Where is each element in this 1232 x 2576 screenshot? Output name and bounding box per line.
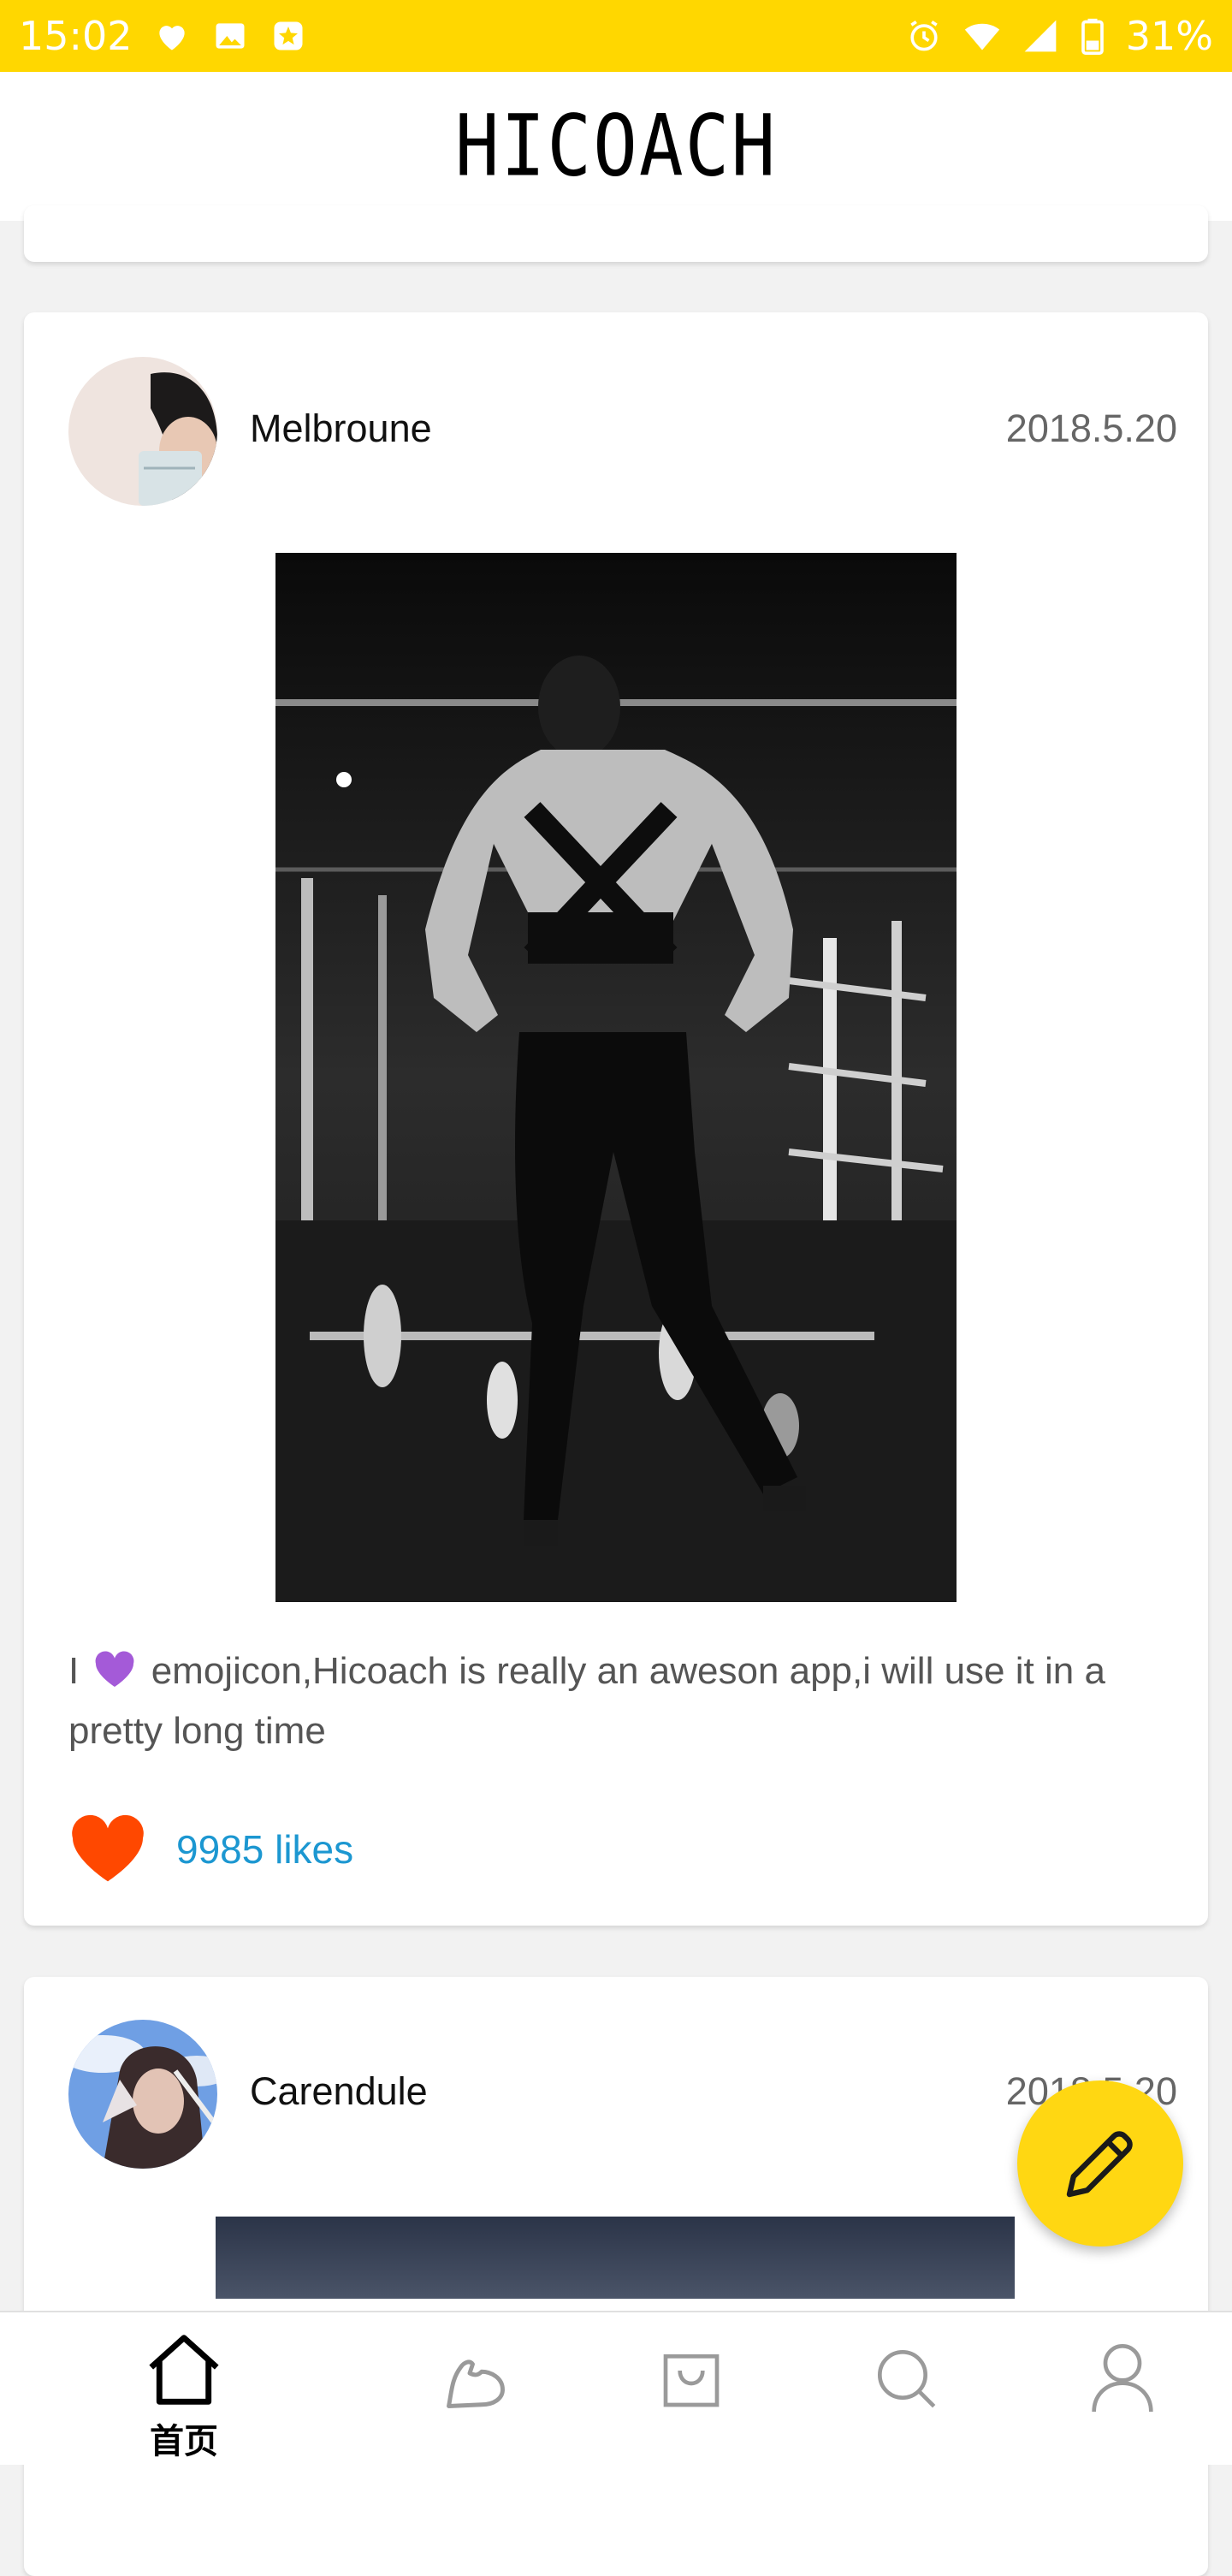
post-date: 2018.5.20	[1005, 407, 1177, 450]
heart-icon	[158, 26, 185, 50]
pencil-icon	[1066, 2131, 1133, 2198]
shopping-bag-icon	[663, 2354, 720, 2407]
previous-post-card[interactable]	[24, 205, 1208, 262]
caption-text-start: I	[68, 1650, 80, 1692]
app-header: HICOACH	[0, 72, 1232, 221]
status-bar: 15:02 31%	[0, 0, 1232, 72]
likes-row: 9985 likes	[68, 1814, 353, 1885]
post-caption: I emojicon,Hicoach is really an aweson a…	[68, 1641, 1172, 1761]
status-bar-left: 15:02	[19, 13, 307, 59]
wifi-icon	[964, 23, 999, 50]
nav-search[interactable]	[821, 2312, 992, 2466]
sparkle-badge-icon	[274, 21, 303, 50]
profile-icon	[1092, 2343, 1153, 2413]
nav-workout[interactable]	[390, 2312, 561, 2466]
post-photo[interactable]	[275, 553, 957, 1602]
app-title: HICOACH	[454, 97, 778, 196]
search-icon	[878, 2350, 936, 2408]
gym-photo	[275, 553, 957, 1602]
avatar[interactable]	[68, 2020, 217, 2169]
post-photo[interactable]	[216, 2217, 1015, 2299]
battery-percentage: 31%	[1125, 13, 1213, 59]
image-icon	[216, 23, 245, 49]
battery-icon	[1081, 18, 1104, 55]
post-card[interactable]: Melbroune 2018.5.20 I emojicon,Hicoach i…	[24, 312, 1208, 1926]
alarm-icon	[910, 20, 938, 51]
muscle-arm-icon	[447, 2359, 505, 2408]
purple-heart-emoji-icon	[96, 1651, 134, 1687]
like-heart-icon[interactable]	[68, 1814, 147, 1885]
bottom-navigation: 首页	[0, 2311, 1232, 2465]
nav-home[interactable]: 首页	[98, 2312, 270, 2466]
post-username[interactable]: Carendule	[250, 2069, 428, 2114]
nav-home-label: 首页	[150, 2423, 218, 2460]
home-icon	[149, 2335, 219, 2405]
post-card[interactable]: Carendule 2018.5.20	[24, 1977, 1208, 2576]
nav-shop[interactable]	[606, 2312, 777, 2466]
avatar-image	[68, 357, 217, 506]
nav-profile[interactable]	[1037, 2312, 1208, 2466]
avatar[interactable]	[68, 357, 217, 506]
status-bar-right: 31%	[905, 13, 1213, 59]
signal-icon	[1024, 20, 1057, 52]
compose-post-button[interactable]	[1017, 2080, 1183, 2247]
post-username[interactable]: Melbroune	[250, 407, 432, 451]
caption-text-rest: emojicon,Hicoach is really an aweson app…	[68, 1650, 1105, 1752]
avatar-image	[68, 2020, 217, 2169]
status-time: 15:02	[19, 13, 133, 59]
likes-count[interactable]: 9985 likes	[176, 1826, 353, 1873]
